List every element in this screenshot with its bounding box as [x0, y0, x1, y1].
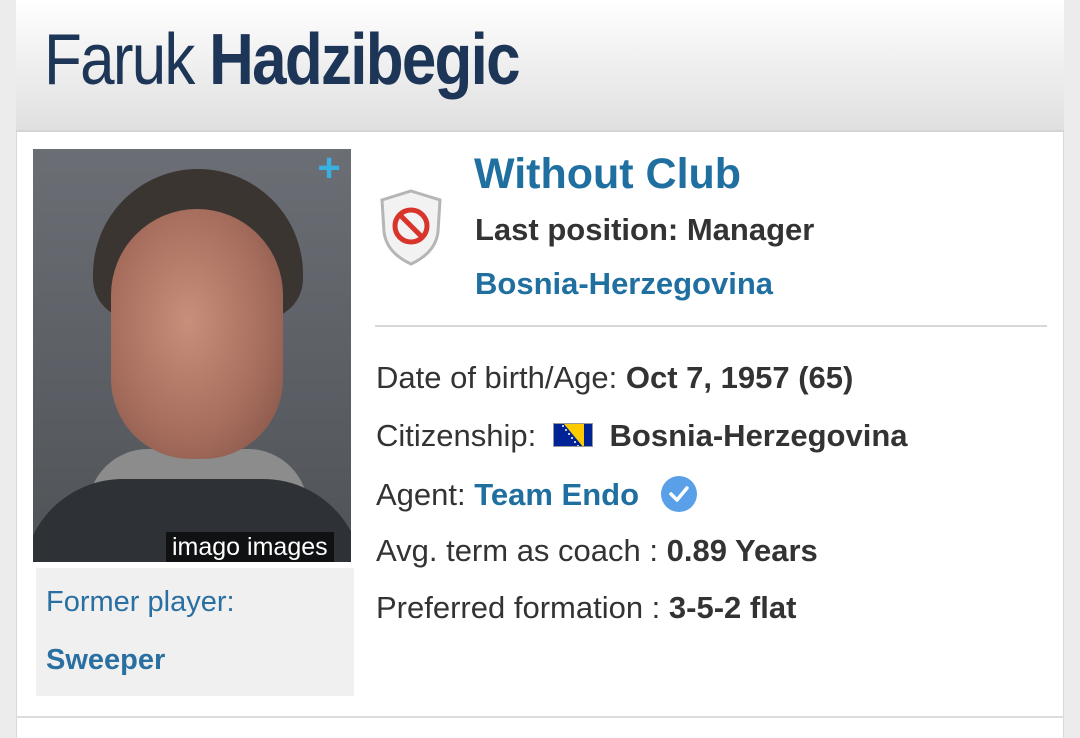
last-country-link[interactable]: Bosnia-Herzegovina — [475, 266, 773, 302]
citizenship-label: Citizenship: — [376, 418, 537, 453]
dob-value: Oct 7, 1957 (65) — [625, 360, 854, 395]
term-label: Avg. term as coach : — [376, 533, 658, 568]
former-player-box: Former player: Sweeper — [36, 568, 354, 696]
section-divider — [16, 716, 1064, 718]
citizenship-value: Bosnia-Herzegovina — [609, 418, 908, 453]
agent-link[interactable]: Team Endo — [474, 477, 639, 512]
expand-photo-icon[interactable]: + — [313, 148, 345, 188]
last-name: Hadzibegic — [209, 20, 520, 100]
formation-value: 3-5-2 flat — [668, 590, 797, 625]
agent-label: Agent: — [376, 477, 466, 513]
bosnia-flag-icon — [552, 422, 593, 447]
dob-row: Date of birth/Age: Oct 7, 1957 (65) — [376, 360, 853, 396]
no-club-shield-icon — [380, 189, 442, 266]
agent-row: Agent: Team Endo — [376, 475, 698, 519]
page-title: Faruk Hadzibegic — [44, 10, 521, 110]
dob-label: Date of birth/Age: — [376, 360, 618, 395]
club-status-link[interactable]: Without Club — [474, 150, 741, 199]
first-name: Faruk — [44, 20, 195, 100]
former-player-label: Former player: — [46, 586, 235, 618]
verified-check-icon — [660, 476, 697, 512]
divider — [375, 325, 1047, 327]
profile-photo[interactable] — [33, 149, 351, 562]
term-row: Avg. term as coach : 0.89 Years — [376, 533, 818, 569]
term-value: 0.89 Years — [666, 533, 818, 568]
former-position-link[interactable]: Sweeper — [46, 644, 165, 677]
last-position: Last position: Manager — [475, 212, 815, 247]
profile-header: Faruk Hadzibegic — [16, 0, 1064, 132]
formation-row: Preferred formation : 3-5-2 flat — [376, 590, 796, 626]
photo-credit: imago images — [166, 532, 334, 562]
citizenship-row: Citizenship: Bosnia-Herzegovina — [376, 418, 908, 454]
formation-label: Preferred formation : — [376, 590, 661, 625]
